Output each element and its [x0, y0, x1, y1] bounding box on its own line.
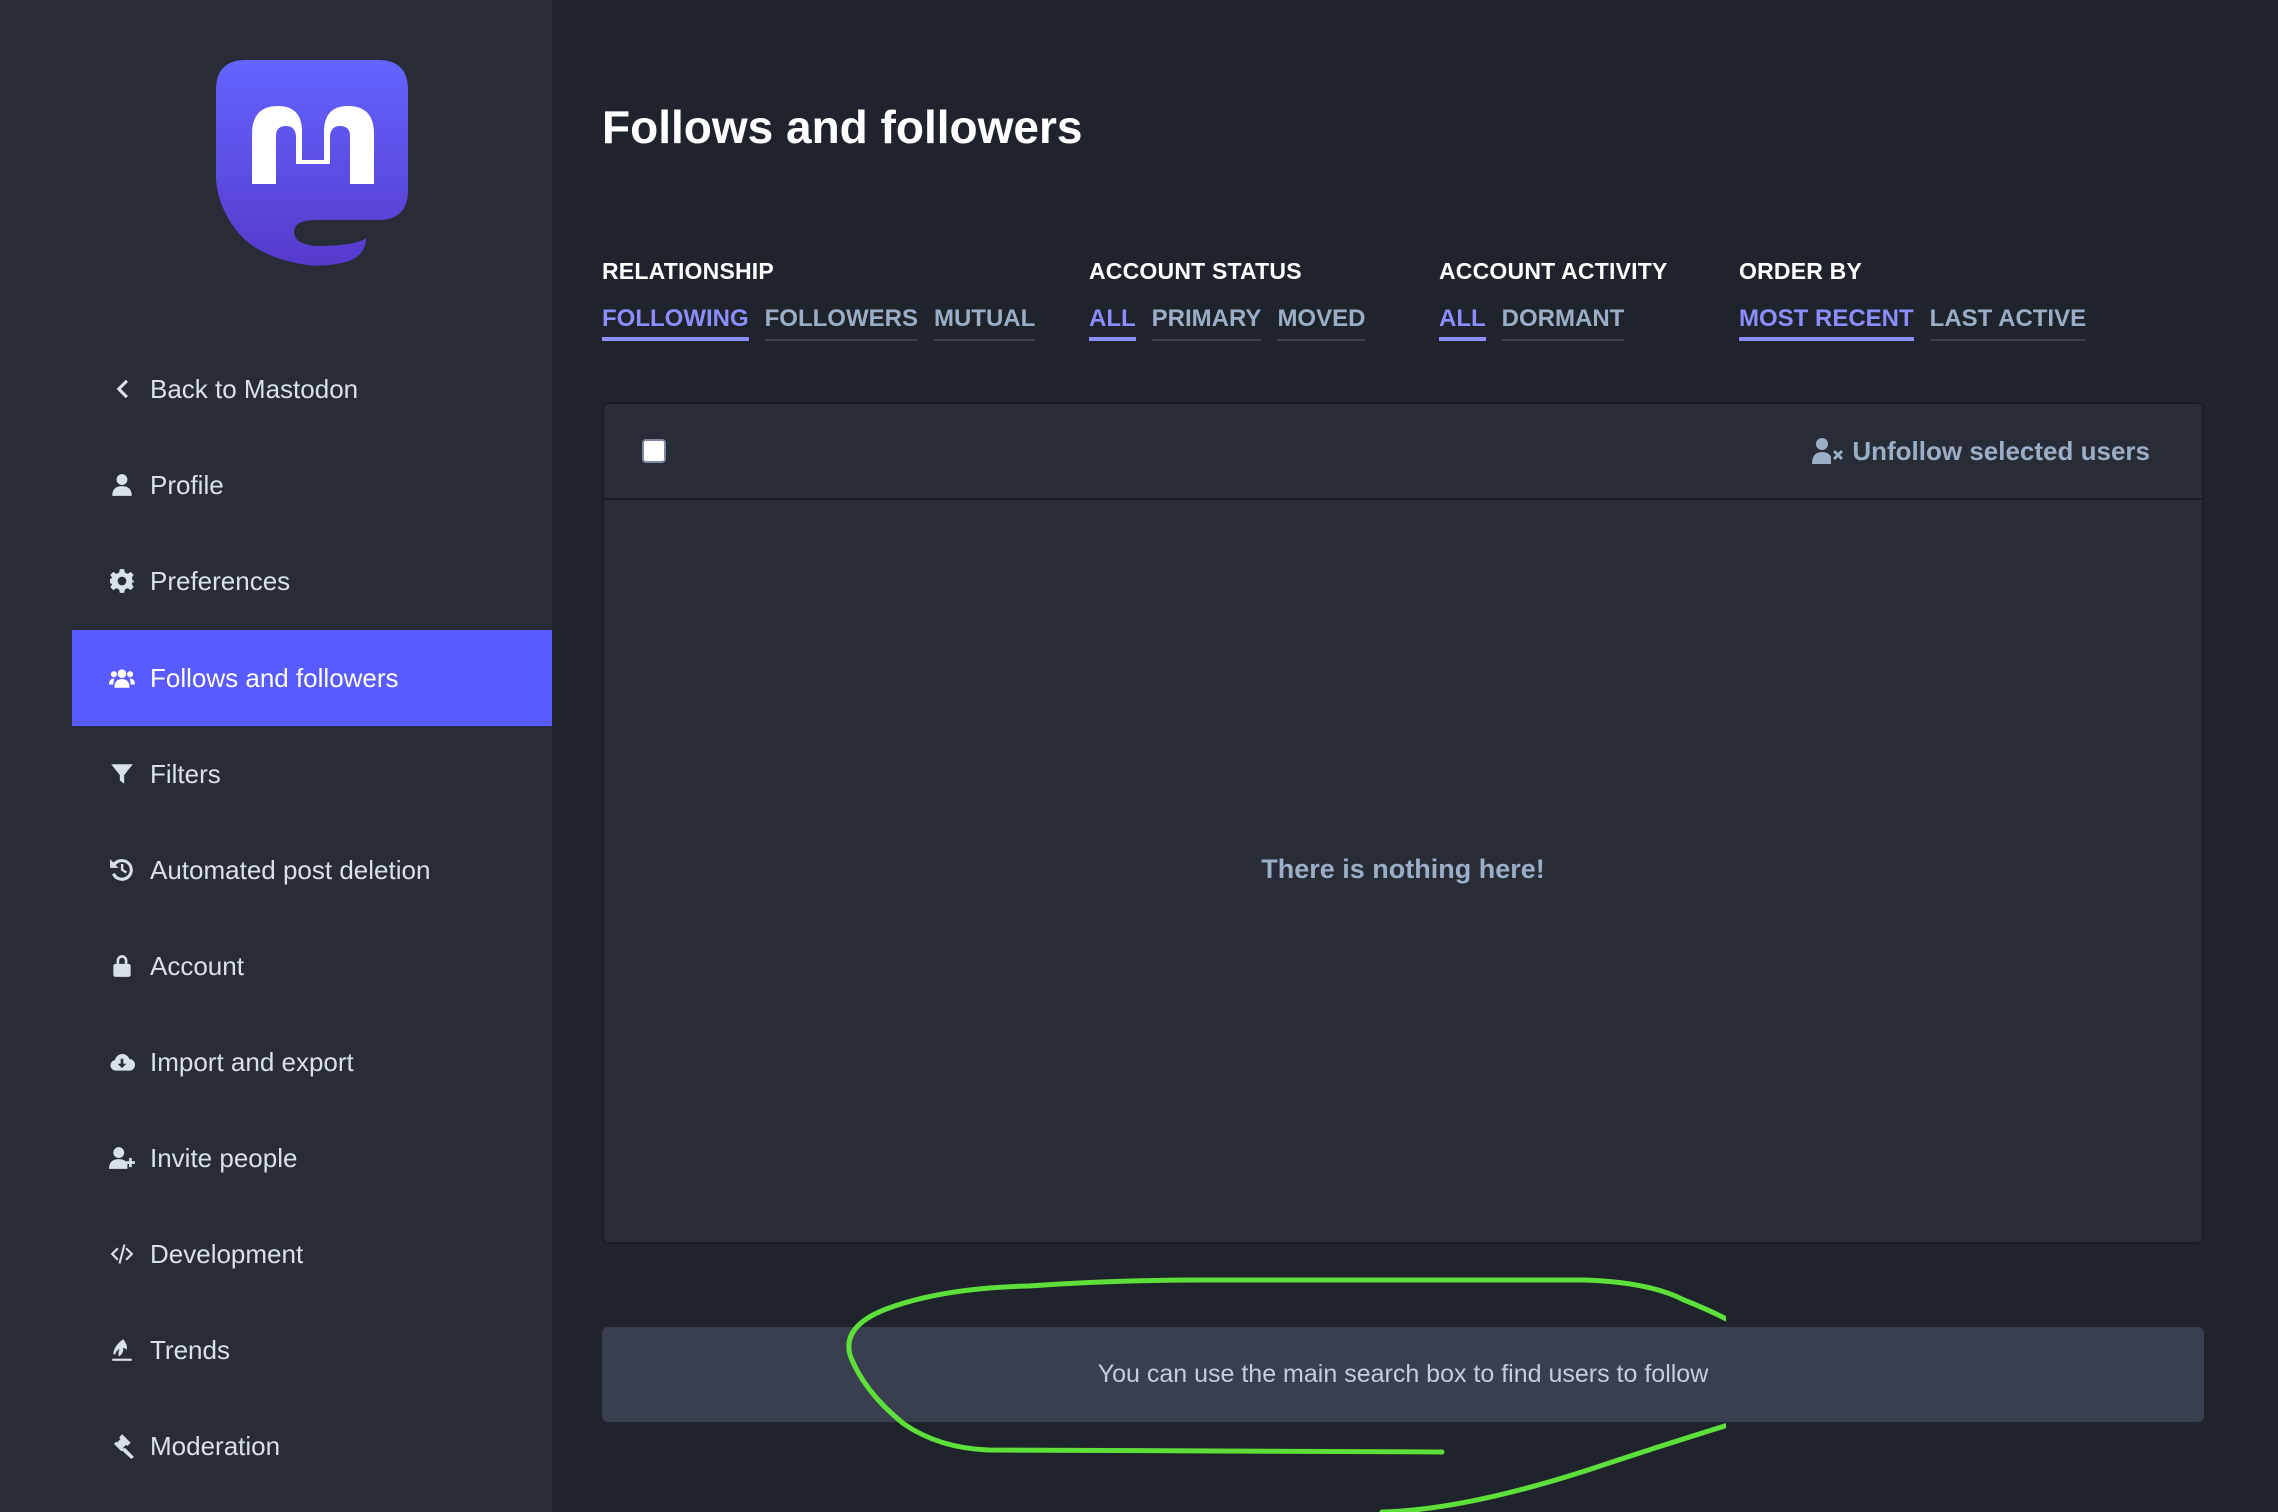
sidebar-item-profile[interactable]: Profile: [72, 437, 552, 533]
user-icon: [104, 467, 140, 503]
filter-icon: [104, 756, 140, 792]
filter-account-activity: ACCOUNT ACTIVITY ALL DORMANT: [1439, 258, 1668, 341]
user-times-icon: [1812, 438, 1844, 464]
filter-option-dormant[interactable]: DORMANT: [1501, 305, 1625, 341]
filter-option-all-status[interactable]: ALL: [1089, 305, 1136, 341]
sidebar-item-filters[interactable]: Filters: [72, 726, 552, 822]
chevron-left-icon: [104, 371, 140, 407]
filter-option-moved[interactable]: MOVED: [1277, 305, 1366, 341]
sidebar-item-label: Filters: [150, 758, 221, 789]
sidebar-item-development[interactable]: Development: [72, 1206, 552, 1302]
sidebar-item-label: Profile: [150, 469, 224, 500]
sidebar-item-moderation[interactable]: Moderation: [72, 1398, 552, 1494]
main-content: Follows and followers RELATIONSHIP FOLLO…: [552, 0, 2278, 1512]
table-header: Unfollow selected users: [604, 404, 2202, 500]
search-hint-text: You can use the main search box to find …: [1097, 1360, 1709, 1388]
unfollow-selected-button[interactable]: Unfollow selected users: [1812, 436, 2150, 467]
page-title: Follows and followers: [602, 101, 1083, 153]
filter-relationship: RELATIONSHIP FOLLOWING FOLLOWERS MUTUAL: [602, 258, 1036, 341]
sidebar-item-label: Invite people: [150, 1142, 298, 1173]
sidebar-item-account[interactable]: Account: [72, 918, 552, 1014]
gavel-icon: [104, 1428, 140, 1464]
users-icon: [104, 660, 140, 696]
sidebar-item-import-and-export[interactable]: Import and export: [72, 1014, 552, 1110]
mastodon-logo[interactable]: [216, 60, 408, 266]
search-hint: You can use the main search box to find …: [602, 1327, 2204, 1422]
sidebar-item-label: Account: [150, 950, 244, 981]
sidebar-item-follows-and-followers[interactable]: Follows and followers: [72, 630, 552, 726]
filter-option-all-activity[interactable]: ALL: [1439, 305, 1486, 341]
filter-option-followers[interactable]: FOLLOWERS: [764, 305, 918, 341]
sidebar-item-label: Import and export: [150, 1046, 354, 1077]
sidebar-item-invite-people[interactable]: Invite people: [72, 1110, 552, 1206]
filter-order-by: ORDER BY MOST RECENT LAST ACTIVE: [1739, 258, 2087, 341]
sidebar-item-label: Trends: [150, 1334, 230, 1365]
gear-icon: [104, 563, 140, 599]
unfollow-selected-label: Unfollow selected users: [1852, 435, 2150, 466]
sidebar-item-label: Back to Mastodon: [150, 373, 359, 404]
filter-account-status: ACCOUNT STATUS ALL PRIMARY MOVED: [1089, 258, 1366, 341]
accounts-table: Unfollow selected users There is nothing…: [602, 402, 2204, 1244]
sidebar-item-label: Development: [150, 1238, 304, 1269]
sidebar-item-back-to-mastodon[interactable]: Back to Mastodon: [72, 341, 552, 437]
filter-label: ACCOUNT STATUS: [1089, 258, 1302, 284]
filter-option-following[interactable]: FOLLOWING: [602, 305, 749, 341]
filter-option-mutual[interactable]: MUTUAL: [933, 305, 1036, 341]
user-plus-icon: [104, 1140, 140, 1176]
sidebar-item-preferences[interactable]: Preferences: [72, 533, 552, 629]
sidebar-item-automated-post-deletion[interactable]: Automated post deletion: [72, 822, 552, 918]
fire-icon: [104, 1332, 140, 1368]
sidebar-item-label: Preferences: [150, 565, 291, 596]
filter-label: ACCOUNT ACTIVITY: [1439, 258, 1668, 284]
sidebar: Back to Mastodon Profile Preferences Fol…: [0, 0, 552, 1512]
cloud-download-icon: [104, 1044, 140, 1080]
sidebar-item-label: Follows and followers: [150, 662, 399, 693]
empty-message: There is nothing here!: [1261, 854, 1545, 884]
select-all-checkbox[interactable]: [642, 439, 666, 463]
sidebar-item-trends[interactable]: Trends: [72, 1302, 552, 1398]
filter-label: RELATIONSHIP: [602, 258, 774, 284]
lock-icon: [104, 948, 140, 984]
sidebar-item-label: Moderation: [150, 1430, 281, 1461]
history-icon: [104, 852, 140, 888]
filter-option-primary[interactable]: PRIMARY: [1151, 305, 1262, 341]
sidebar-item-label: Automated post deletion: [150, 854, 431, 885]
code-icon: [104, 1236, 140, 1272]
filter-option-last-active[interactable]: LAST ACTIVE: [1929, 305, 2087, 341]
filter-label: ORDER BY: [1739, 258, 1863, 284]
filter-option-most-recent[interactable]: MOST RECENT: [1739, 305, 1914, 341]
